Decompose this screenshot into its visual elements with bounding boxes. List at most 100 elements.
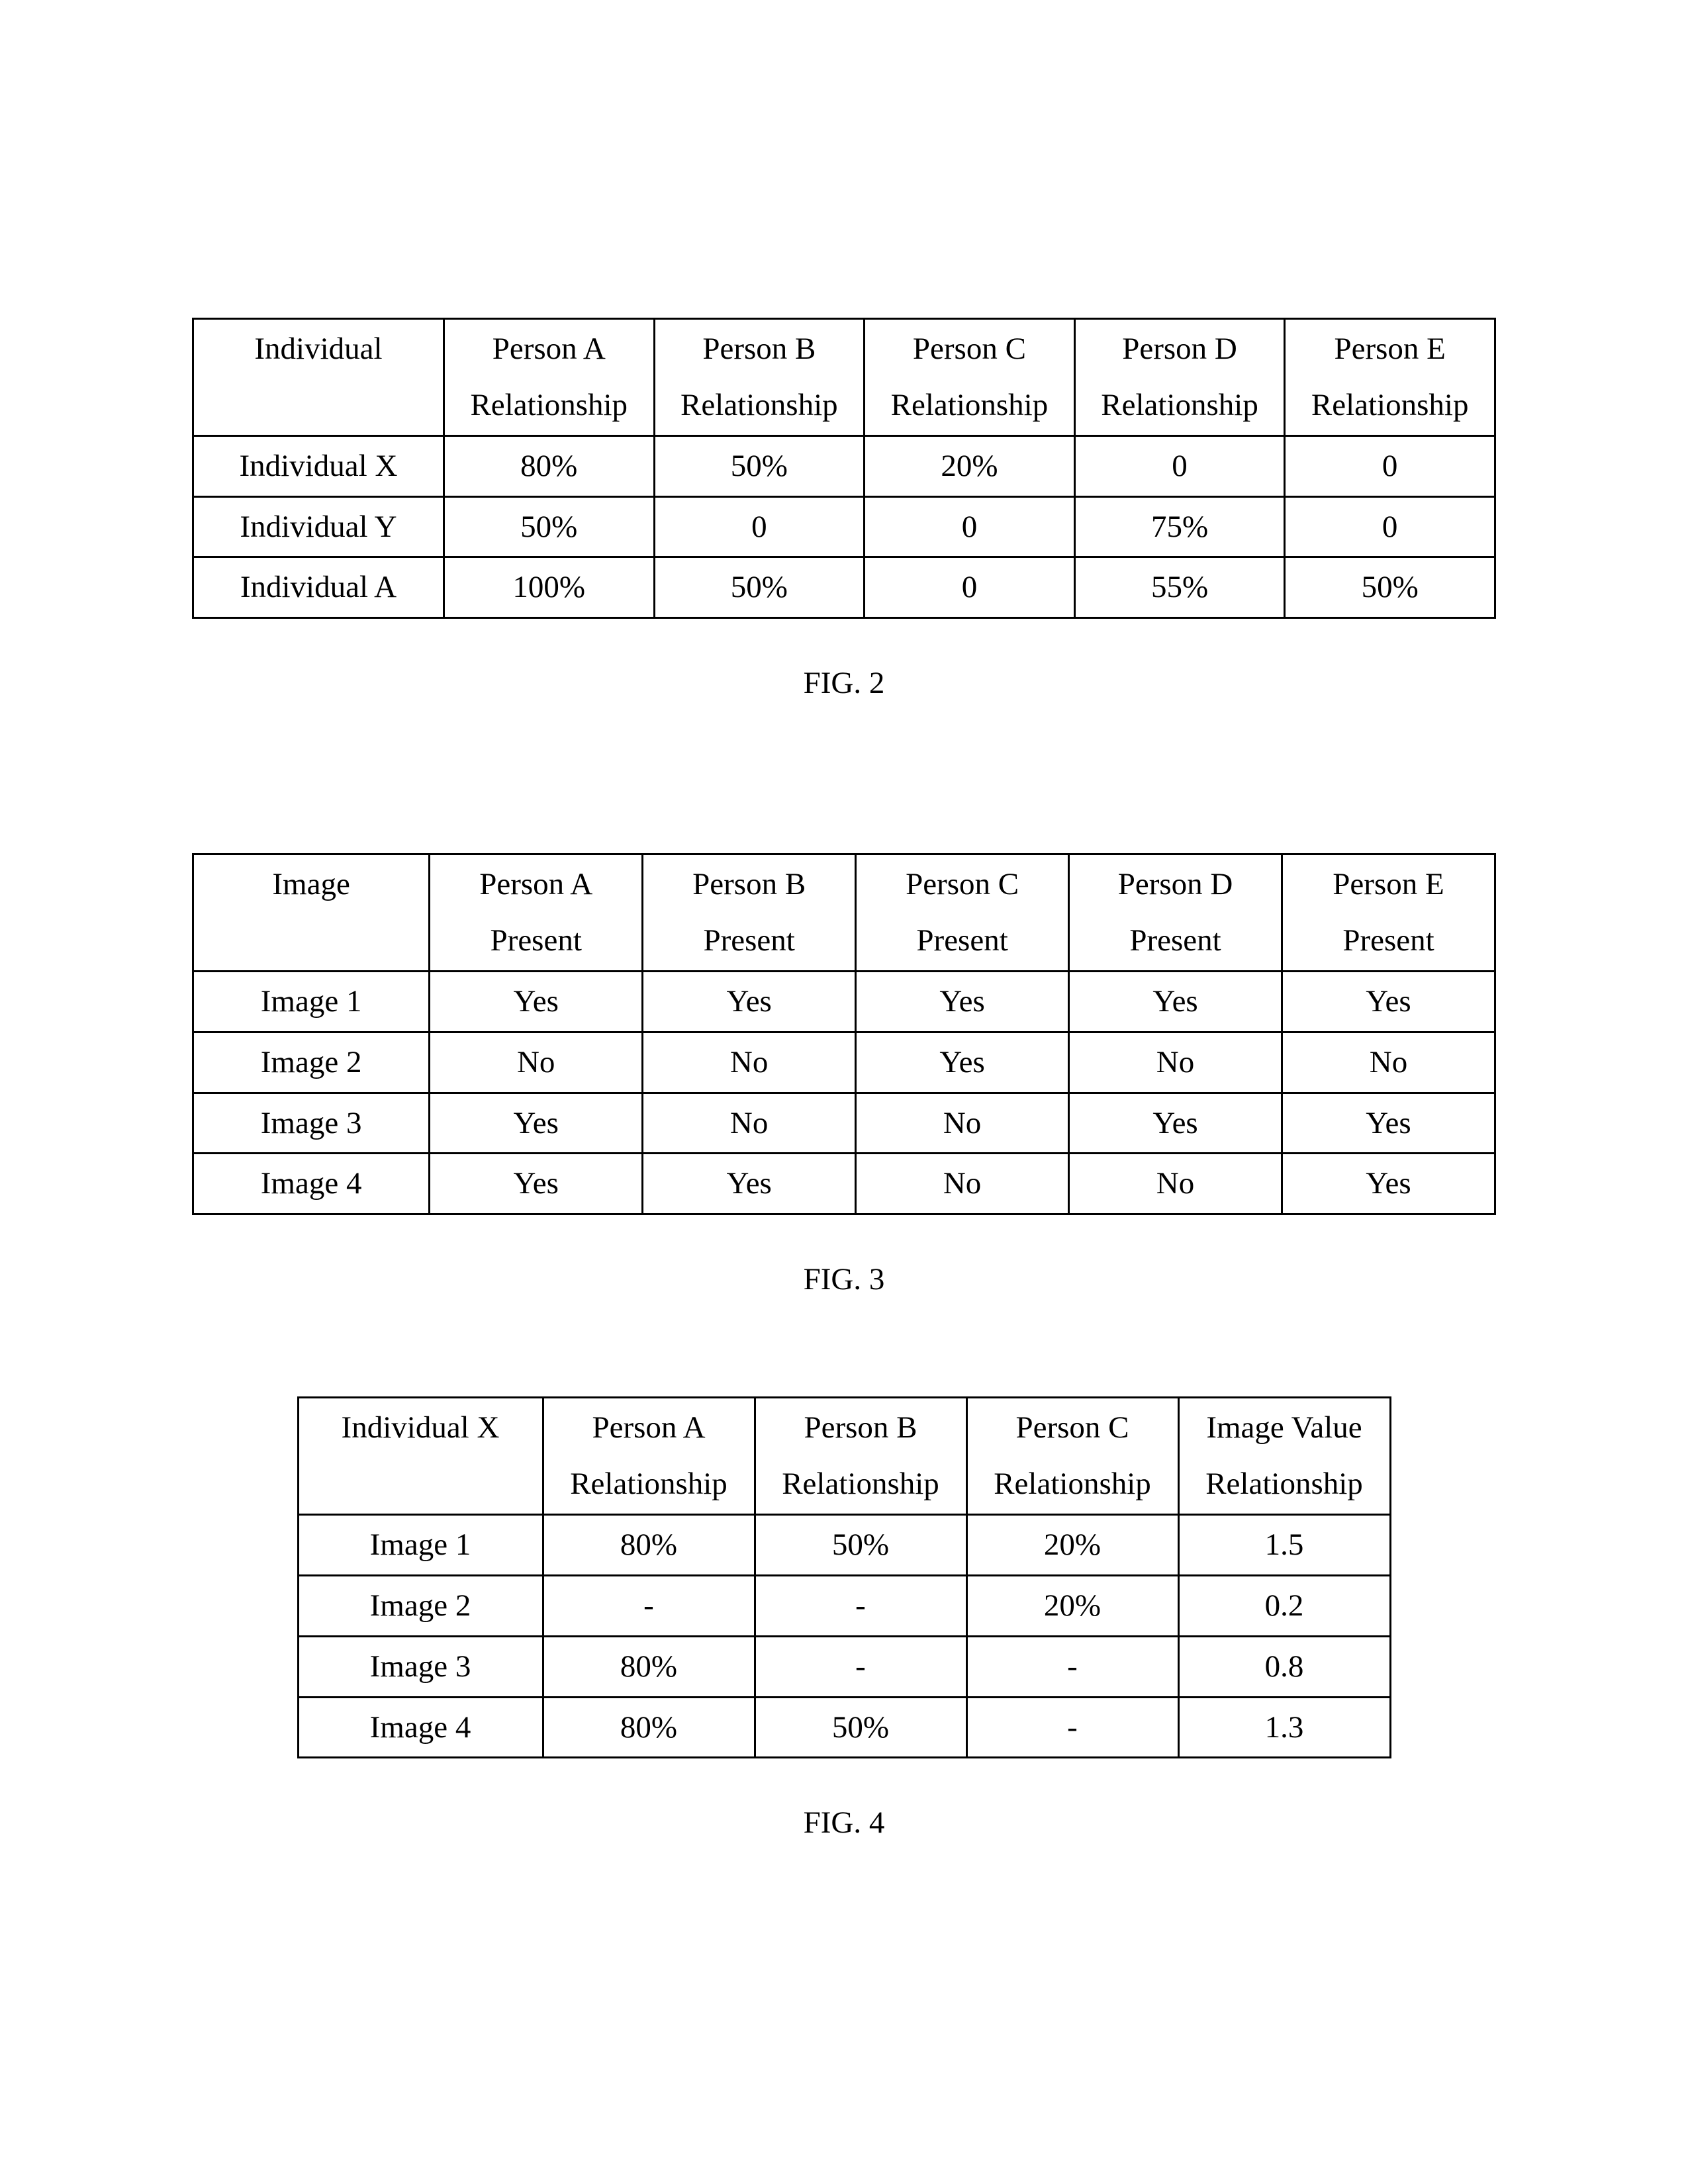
table-row: Image 1 Yes Yes Yes Yes Yes [193, 971, 1495, 1032]
header-line1: Person A [548, 1404, 750, 1452]
row-label: Image 4 [193, 1154, 430, 1214]
header-person-a: Person A Relationship [444, 319, 654, 436]
header-person-d: Person D Relationship [1074, 319, 1285, 436]
header-line2: Relationship [760, 1460, 962, 1508]
header-person-b: Person B Present [643, 854, 856, 972]
header-text: Image [198, 860, 424, 909]
header-line2: Relationship [869, 381, 1070, 430]
cell: 1.3 [1178, 1697, 1390, 1758]
cell: 50% [444, 496, 654, 557]
figure-3-caption: FIG. 3 [192, 1261, 1496, 1297]
table-row: Image 3 80% - - 0.8 [298, 1636, 1390, 1697]
header-line2: Relationship [548, 1460, 750, 1508]
cell: Yes [430, 1093, 643, 1154]
cell: Yes [430, 1154, 643, 1214]
table-row: Image 3 Yes No No Yes Yes [193, 1093, 1495, 1154]
cell: 0 [1285, 496, 1495, 557]
header-person-c: Person C Present [856, 854, 1069, 972]
row-label: Individual X [193, 435, 444, 496]
header-person-c: Person C Relationship [865, 319, 1075, 436]
cell: 55% [1074, 557, 1285, 618]
row-label: Image 2 [298, 1575, 543, 1636]
cell: No [643, 1093, 856, 1154]
table-row: Image 1 80% 50% 20% 1.5 [298, 1514, 1390, 1575]
header-line2: Relationship [449, 381, 649, 430]
row-label: Individual Y [193, 496, 444, 557]
cell: Yes [430, 971, 643, 1032]
table-row: Individual X 80% 50% 20% 0 0 [193, 435, 1495, 496]
cell: 100% [444, 557, 654, 618]
table-row: Image 4 80% 50% - 1.3 [298, 1697, 1390, 1758]
cell: No [430, 1032, 643, 1093]
cell: No [1282, 1032, 1495, 1093]
cell: - [755, 1636, 966, 1697]
header-line1: Person A [449, 325, 649, 373]
cell: Yes [1069, 971, 1282, 1032]
cell: Yes [643, 1154, 856, 1214]
header-person-e: Person E Present [1282, 854, 1495, 972]
row-label: Individual A [193, 557, 444, 618]
header-line2: Present [434, 917, 637, 965]
header-line2: Relationship [659, 381, 860, 430]
table-row: Image 2 No No Yes No No [193, 1032, 1495, 1093]
page: Individual Person A Relationship Person … [0, 0, 1688, 2184]
header-line1: Person C [869, 325, 1070, 373]
header-line1: Person B [647, 860, 851, 909]
header-person-a: Person A Present [430, 854, 643, 972]
header-person-d: Person D Present [1069, 854, 1282, 972]
header-line1: Person A [434, 860, 637, 909]
cell: 0 [654, 496, 865, 557]
row-label: Image 2 [193, 1032, 430, 1093]
row-label: Image 3 [193, 1093, 430, 1154]
cell: No [643, 1032, 856, 1093]
table-row: Image 2 - - 20% 0.2 [298, 1575, 1390, 1636]
cell: 75% [1074, 496, 1285, 557]
cell: 0 [865, 557, 1075, 618]
header-person-e: Person E Relationship [1285, 319, 1495, 436]
cell: 80% [543, 1697, 755, 1758]
cell: - [543, 1575, 755, 1636]
header-text: Individual [198, 325, 439, 373]
figure-2-block: Individual Person A Relationship Person … [192, 318, 1496, 701]
cell: 50% [654, 435, 865, 496]
header-text: Individual X [303, 1404, 538, 1452]
figure-2-caption: FIG. 2 [192, 665, 1496, 701]
cell: 0 [865, 496, 1075, 557]
cell: No [856, 1154, 1069, 1214]
cell: Yes [643, 971, 856, 1032]
header-individual: Individual [193, 319, 444, 436]
figure-4-caption: FIG. 4 [192, 1805, 1496, 1841]
cell: 0.8 [1178, 1636, 1390, 1697]
header-line1: Image Value [1184, 1404, 1385, 1452]
header-line2: Present [1287, 917, 1490, 965]
cell: Yes [1282, 1093, 1495, 1154]
header-line2: Present [647, 917, 851, 965]
cell: - [966, 1697, 1178, 1758]
header-line1: Person C [972, 1404, 1174, 1452]
header-individual-x: Individual X [298, 1398, 543, 1515]
table-row: Individual Y 50% 0 0 75% 0 [193, 496, 1495, 557]
cell: 80% [444, 435, 654, 496]
header-line1: Person B [760, 1404, 962, 1452]
cell: 0.2 [1178, 1575, 1390, 1636]
cell: 0 [1074, 435, 1285, 496]
cell: Yes [1282, 971, 1495, 1032]
cell: 20% [966, 1575, 1178, 1636]
table-header-row: Individual X Person A Relationship Perso… [298, 1398, 1390, 1515]
cell: 50% [1285, 557, 1495, 618]
header-line2: Relationship [1184, 1460, 1385, 1508]
header-person-b: Person B Relationship [654, 319, 865, 436]
header-line2: Relationship [972, 1460, 1174, 1508]
header-person-a: Person A Relationship [543, 1398, 755, 1515]
figure-4-table: Individual X Person A Relationship Perso… [297, 1396, 1391, 1758]
cell: - [755, 1575, 966, 1636]
cell: Yes [1069, 1093, 1282, 1154]
figure-4-block: Individual X Person A Relationship Perso… [192, 1396, 1496, 1841]
header-line1: Person D [1080, 325, 1280, 373]
header-line1: Person E [1289, 325, 1490, 373]
header-line1: Person B [659, 325, 860, 373]
header-image: Image [193, 854, 430, 972]
figure-3-block: Image Person A Present Person B Present … [192, 853, 1496, 1297]
cell: 80% [543, 1636, 755, 1697]
header-line2: Relationship [1289, 381, 1490, 430]
